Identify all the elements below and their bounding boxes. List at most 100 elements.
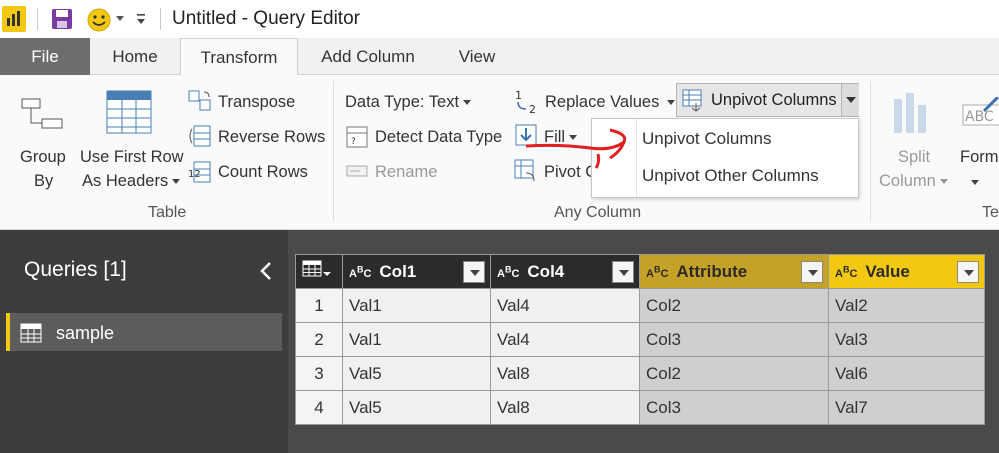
group-by-button[interactable]: Group <box>20 148 66 167</box>
split-column-icon <box>890 91 930 135</box>
detect-data-type-button[interactable]: Detect Data Type <box>375 128 502 147</box>
count-rows-button[interactable]: Count Rows <box>218 163 308 182</box>
transpose-button[interactable]: Transpose <box>218 93 295 112</box>
table-cell[interactable]: Val1 <box>342 322 491 357</box>
split-column-label-line2[interactable]: Column <box>879 172 948 191</box>
column-filter-dropdown-icon[interactable] <box>463 261 485 283</box>
table-cell[interactable]: Val6 <box>828 356 985 391</box>
table-cell[interactable]: Col3 <box>639 390 829 425</box>
reverse-rows-icon <box>188 125 212 147</box>
as-headers-text: As Headers <box>82 172 169 190</box>
chevron-down-icon <box>846 97 856 103</box>
save-icon[interactable] <box>51 8 73 30</box>
column-filter-dropdown-icon[interactable] <box>957 261 979 283</box>
replace-values-button[interactable]: Replace Values <box>545 93 676 112</box>
row-number[interactable]: 4 <box>295 390 343 425</box>
column-header-attribute[interactable]: ABC Attribute <box>639 254 829 289</box>
table-cell[interactable]: Val2 <box>828 288 985 323</box>
table-icon <box>20 323 42 343</box>
tab-transform[interactable]: Transform <box>180 38 298 76</box>
split-column-button[interactable]: Split <box>898 148 930 167</box>
power-bi-logo-icon <box>2 6 26 32</box>
column-filter-dropdown-icon[interactable] <box>612 261 634 283</box>
text-type-icon: ABC <box>646 263 669 280</box>
table-cell[interactable]: Val5 <box>342 356 491 391</box>
table-cell[interactable]: Col3 <box>639 322 829 357</box>
column-name: Value <box>865 261 910 281</box>
format-icon: ABC <box>962 95 999 131</box>
group-by-label-line2[interactable]: By <box>34 172 53 191</box>
split-column-text: Column <box>879 172 936 190</box>
table-cell[interactable]: Val7 <box>828 390 985 425</box>
data-grid: ABC Col1 ABC Col4 ABC Attribute ABC Value 1 … <box>295 254 985 425</box>
tab-add-column[interactable]: Add Column <box>298 38 438 75</box>
smiley-feedback-icon[interactable] <box>86 7 112 33</box>
any-column-group-label: Any Column <box>554 204 642 221</box>
group-divider <box>870 81 871 221</box>
table-cell[interactable]: Val4 <box>490 288 640 323</box>
use-first-row-icon <box>106 90 152 134</box>
row-number[interactable]: 3 <box>295 356 343 391</box>
unpivot-columns-split-button[interactable]: Unpivot Columns <box>676 83 859 117</box>
svg-text:1: 1 <box>515 89 522 102</box>
table-row: 2 Val1 Val4 Col3 Val3 <box>295 322 985 357</box>
chevron-down-icon <box>939 179 948 185</box>
table-cell[interactable]: Val8 <box>490 356 640 391</box>
use-first-row-label-line2[interactable]: As Headers <box>82 172 181 191</box>
queries-title: Queries [1] <box>24 258 127 281</box>
rename-icon <box>346 164 368 178</box>
table-cell[interactable]: Col2 <box>639 288 829 323</box>
title-bar: Untitled - Query Editor <box>0 0 999 38</box>
table-cell[interactable]: Col2 <box>639 356 829 391</box>
table-cell[interactable]: Val3 <box>828 322 985 357</box>
tab-file[interactable]: File <box>0 38 90 75</box>
toolbar-divider <box>160 8 161 30</box>
column-header-value[interactable]: ABC Value <box>828 254 985 289</box>
unpivot-columns-button[interactable]: Unpivot Columns <box>711 91 837 110</box>
tab-view[interactable]: View <box>438 38 516 75</box>
column-name: Col1 <box>379 261 417 281</box>
chevron-down-icon <box>667 100 676 106</box>
table-cell[interactable]: Val5 <box>342 390 491 425</box>
table-row: 1 Val1 Val4 Col2 Val2 <box>295 288 985 323</box>
use-first-row-button[interactable]: Use First Row <box>80 148 184 167</box>
data-type-dropdown[interactable]: Data Type: Text <box>345 93 472 112</box>
rename-button[interactable]: Rename <box>375 163 437 182</box>
column-header-col1[interactable]: ABC Col1 <box>342 254 491 289</box>
tab-home[interactable]: Home <box>90 38 180 75</box>
format-button[interactable]: Form <box>960 148 999 167</box>
unpivot-dropdown-toggle[interactable] <box>841 84 859 116</box>
row-number[interactable]: 1 <box>295 288 343 323</box>
svg-text:2: 2 <box>529 103 536 115</box>
unpivot-columns-icon <box>682 89 706 113</box>
transpose-icon <box>188 90 212 112</box>
text-type-icon: ABC <box>349 263 372 280</box>
select-all-table-icon[interactable] <box>295 254 343 289</box>
detect-data-type-icon: ? <box>346 126 368 148</box>
table-cell[interactable]: Val1 <box>342 288 491 323</box>
column-name: Attribute <box>676 261 748 281</box>
chevron-down-icon <box>463 100 472 106</box>
column-filter-dropdown-icon[interactable] <box>801 261 823 283</box>
reverse-rows-button[interactable]: Reverse Rows <box>218 128 325 147</box>
column-header-col4[interactable]: ABC Col4 <box>490 254 640 289</box>
query-item-sample[interactable] <box>6 313 282 351</box>
text-column-group-label: Tex <box>982 204 999 221</box>
table-row: 4 Val5 Val8 Col3 Val7 <box>295 390 985 425</box>
menu-item-unpivot-columns[interactable]: Unpivot Columns <box>642 129 771 149</box>
ribbon-tabs: File Home Transform Add Column View <box>0 38 999 76</box>
row-number[interactable]: 2 <box>295 322 343 357</box>
table-cell[interactable]: Val8 <box>490 390 640 425</box>
table-row: 3 Val5 Val8 Col2 Val6 <box>295 356 985 391</box>
table-cell[interactable]: Val4 <box>490 322 640 357</box>
group-divider <box>333 81 334 221</box>
menu-item-unpivot-other-columns[interactable]: Unpivot Other Columns <box>642 166 819 186</box>
svg-text:?: ? <box>351 137 356 147</box>
collapse-panel-icon[interactable] <box>258 260 274 282</box>
customize-toolbar-icon[interactable] <box>136 12 146 26</box>
column-name: Col4 <box>527 261 565 281</box>
toolbar-divider <box>37 8 38 30</box>
svg-text:ABC: ABC <box>965 109 994 125</box>
svg-text:12: 12 <box>188 169 201 180</box>
chevron-down-icon[interactable] <box>116 16 124 21</box>
